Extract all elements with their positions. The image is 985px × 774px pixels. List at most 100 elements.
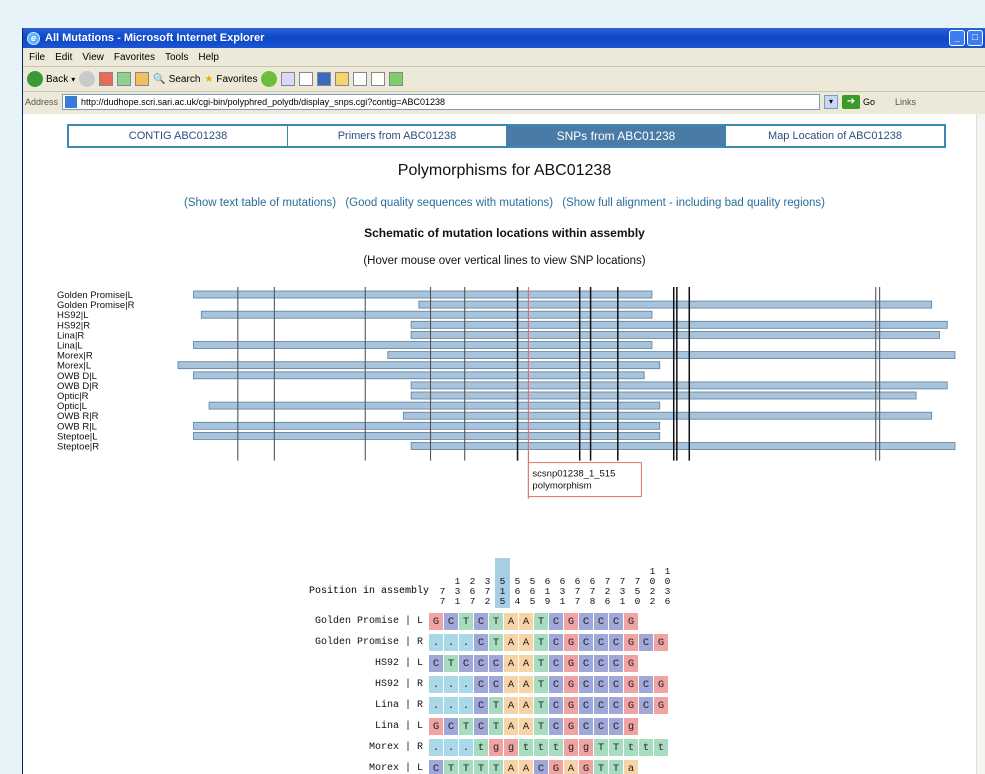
snp-tooltip-type: polymorphism	[532, 481, 591, 492]
word-icon[interactable]	[317, 72, 332, 86]
base-cell	[654, 655, 669, 672]
address-url: http://dudhope.scri.sari.ac.uk/cgi-bin/p…	[81, 97, 446, 107]
base-cell: T	[489, 760, 504, 774]
favorites-button[interactable]: ★ Favorites	[204, 74, 257, 85]
discuss-icon[interactable]	[353, 72, 368, 86]
back-button[interactable]: Back ▾	[27, 71, 75, 87]
nav-tabs: CONTIG ABC01238 Primers from ABC01238 SN…	[67, 124, 946, 148]
stop-icon[interactable]	[99, 72, 114, 86]
base-cell	[654, 718, 669, 735]
base-cell: A	[519, 655, 534, 672]
read-bar	[193, 290, 653, 299]
menu-file[interactable]: File	[25, 52, 51, 63]
search-icon: 🔍	[153, 73, 166, 85]
base-cell: G	[549, 760, 564, 774]
base-cell: A	[519, 697, 534, 714]
base-cell: C	[594, 676, 609, 693]
print-icon[interactable]	[299, 72, 314, 86]
page-title: Polymorphisms for ABC01238	[397, 162, 612, 179]
base-cell: C	[549, 655, 564, 672]
forward-button[interactable]	[79, 71, 96, 87]
address-dropdown-button[interactable]: ▾	[824, 95, 839, 109]
base-cell: C	[639, 676, 654, 693]
snp-tooltip-id: scsnp01238_1_515	[532, 469, 615, 480]
research-icon[interactable]	[371, 72, 386, 86]
base-cell	[639, 655, 654, 672]
base-cell: T	[534, 718, 549, 735]
alignment-row: Golden Promise | R...CTAATCGCCCGCG	[303, 633, 669, 652]
base-cell: g	[579, 739, 594, 756]
base-cell	[654, 760, 669, 774]
base-cell: C	[549, 697, 564, 714]
search-button[interactable]: 🔍 Search	[153, 74, 200, 85]
minimize-button[interactable]: _	[949, 30, 965, 46]
base-cell: G	[654, 697, 669, 714]
star-icon: ★	[204, 73, 214, 85]
home-icon[interactable]	[135, 72, 150, 86]
alignment-row: HS92 | LCTCCCAATCGCCCG	[303, 654, 669, 673]
show-text-table-link[interactable]: (Show text table of mutations)	[184, 197, 336, 209]
base-cell: t	[534, 739, 549, 756]
read-bar	[208, 401, 661, 410]
tab-snps[interactable]: SNPs from ABC01238	[507, 126, 726, 146]
base-cell: T	[534, 697, 549, 714]
tab-contig[interactable]: CONTIG ABC01238	[69, 126, 288, 146]
menu-view[interactable]: View	[78, 52, 110, 63]
base-cell	[639, 613, 654, 630]
page-icon	[65, 96, 78, 108]
vertical-scrollbar[interactable]	[976, 114, 985, 774]
address-input[interactable]: http://dudhope.scri.sari.ac.uk/cgi-bin/p…	[62, 94, 821, 110]
position-column: 564	[514, 576, 521, 607]
base-cell: .	[459, 739, 474, 756]
base-cell: .	[459, 676, 474, 693]
view-links: (Show text table of mutations) (Good qua…	[23, 197, 985, 209]
history-icon[interactable]	[261, 71, 278, 87]
full-alignment-link[interactable]: (Show full alignment - including bad qua…	[562, 197, 825, 209]
menu-edit[interactable]: Edit	[51, 52, 78, 63]
base-cell: t	[474, 739, 489, 756]
base-cell: C	[579, 655, 594, 672]
address-bar: Address http://dudhope.scri.sari.ac.uk/c…	[23, 92, 985, 112]
good-quality-link[interactable]: (Good quality sequences with mutations)	[345, 197, 553, 209]
base-cell: A	[504, 613, 519, 630]
menu-help[interactable]: Help	[194, 52, 225, 63]
mutation-schematic: Golden Promise|LGolden Promise|RHS92|LHS…	[57, 287, 956, 499]
base-cell: G	[564, 655, 579, 672]
position-label: Position in assembly	[308, 586, 429, 597]
base-cell: C	[609, 718, 624, 735]
read-bar	[410, 331, 940, 339]
position-column: 372	[484, 576, 491, 607]
go-button[interactable]: ➔ Go	[842, 95, 875, 109]
base-cell: C	[549, 676, 564, 693]
base-cell: .	[444, 676, 459, 693]
read-bar	[200, 310, 653, 319]
base-cell: C	[489, 676, 504, 693]
base-cell: C	[594, 718, 609, 735]
base-cell: C	[609, 676, 624, 693]
menu-favorites[interactable]: Favorites	[110, 52, 161, 63]
mail-icon[interactable]	[281, 72, 296, 86]
base-cell: G	[624, 697, 639, 714]
tab-map-location[interactable]: Map Location of ABC01238	[726, 126, 944, 146]
tab-primers[interactable]: Primers from ABC01238	[288, 126, 507, 146]
maximize-button[interactable]: □	[967, 30, 983, 46]
alignment-row-label: Morex | L	[368, 763, 423, 774]
base-cell: .	[444, 634, 459, 651]
base-cell: T	[474, 760, 489, 774]
base-cell: G	[624, 613, 639, 630]
refresh-icon[interactable]	[117, 72, 132, 86]
base-cell: a	[624, 760, 639, 774]
base-cell: .	[444, 697, 459, 714]
base-cell: G	[654, 634, 669, 651]
base-cell: G	[564, 697, 579, 714]
base-cell: g	[489, 739, 504, 756]
folder-icon[interactable]	[335, 72, 350, 86]
position-column: 77	[439, 586, 446, 607]
read-bar	[193, 421, 661, 430]
page-content: CONTIG ABC01238 Primers from ABC01238 SN…	[23, 114, 985, 774]
menu-bar: File Edit View Favorites Tools Help	[23, 48, 985, 67]
position-column: 726	[604, 576, 611, 607]
links-button[interactable]: Links	[895, 97, 916, 107]
menu-tools[interactable]: Tools	[161, 52, 194, 63]
messenger-icon[interactable]	[389, 72, 404, 86]
